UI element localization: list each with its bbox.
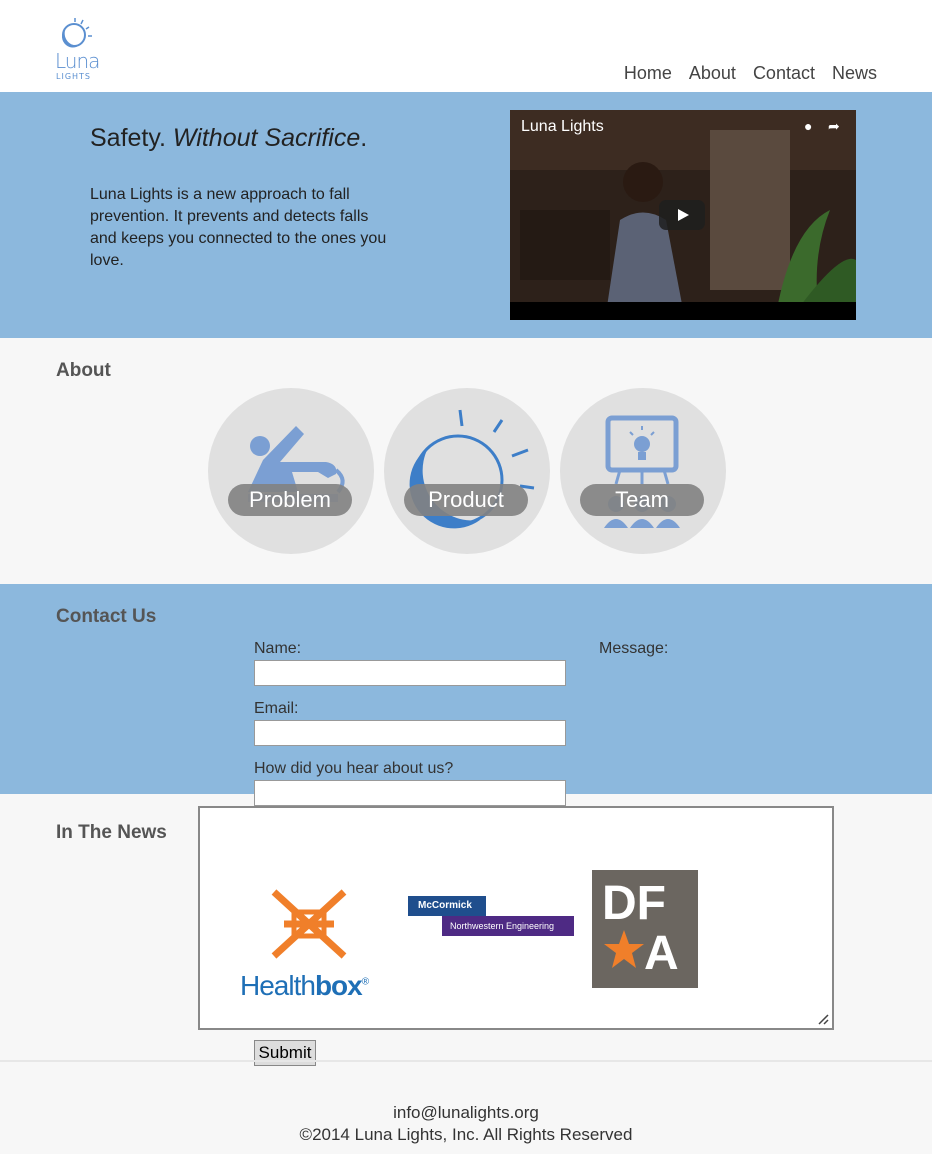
person-falling-icon <box>248 426 345 502</box>
footer-copyright: ©2014 Luna Lights, Inc. All Rights Reser… <box>299 1125 633 1144</box>
problem-label: Problem <box>228 484 352 516</box>
email-field[interactable] <box>254 720 566 746</box>
moon-product-icon <box>409 409 535 529</box>
name-label: Name: <box>254 640 302 657</box>
clock-icon[interactable]: ● <box>804 118 812 134</box>
email-label: Email: <box>254 700 299 717</box>
name-field[interactable] <box>254 660 566 686</box>
footer-email[interactable]: info@lunalights.org <box>0 1103 932 1123</box>
hero-title-plain: Safety. <box>90 124 173 152</box>
contact-title: Contact Us <box>56 606 157 627</box>
team-label: Team <box>580 484 704 516</box>
moon-logo-icon <box>61 18 92 48</box>
share-icon[interactable]: ➦ <box>828 118 840 135</box>
logo-sub: LIGHTS <box>56 72 91 81</box>
nav-news[interactable]: News <box>832 63 877 84</box>
dfa-text-b: A <box>644 927 679 980</box>
product-label: Product <box>404 484 528 516</box>
message-label: Message: <box>599 640 669 657</box>
about-card-product[interactable]: Product <box>384 388 550 554</box>
healthbox-text-a: Health <box>240 970 316 1001</box>
video-title[interactable]: Luna Lights <box>521 118 604 136</box>
hero-section: Safety. Without Sacrifice. Luna Lights i… <box>0 92 932 338</box>
news-title: In The News <box>56 822 167 843</box>
nav-contact[interactable]: Contact <box>753 63 815 84</box>
hero-title: Safety. Without Sacrifice. <box>90 124 367 153</box>
nav-about[interactable]: About <box>689 63 736 84</box>
nav-home[interactable]: Home <box>624 63 672 84</box>
video-letterbox <box>510 302 856 320</box>
healthbox-logo: Healthbox® <box>240 970 369 1002</box>
resize-handle-icon[interactable] <box>817 1013 829 1025</box>
northwestern-logo: Northwestern Engineering <box>442 916 574 936</box>
hero-title-italic: Without Sacrifice <box>172 124 361 152</box>
hero-title-end: . <box>360 124 368 152</box>
logo-word: Luna <box>55 49 100 73</box>
star-icon <box>604 930 644 968</box>
healthbox-text-b: box <box>314 970 363 1001</box>
dfa-logo: DF A <box>592 870 698 988</box>
about-card-problem[interactable]: Problem <box>208 388 374 554</box>
hero-text: Luna Lights is a new approach to fall pr… <box>90 186 387 269</box>
main-nav: Home About Contact News <box>624 63 877 84</box>
healthbox-mark: ® <box>361 976 369 988</box>
site-header: Luna LIGHTS Home About Contact News <box>0 0 932 92</box>
footer-divider <box>0 1060 932 1062</box>
about-card-team[interactable]: Team <box>560 388 726 554</box>
play-button[interactable] <box>659 200 705 230</box>
message-textarea[interactable]: Healthbox® McCormick Northwestern Engine… <box>198 806 834 1030</box>
dfa-text-a: DF <box>602 877 666 930</box>
team-icon <box>604 415 680 528</box>
video-player[interactable]: Luna Lights ● ➦ <box>510 110 856 320</box>
hear-field[interactable] <box>254 780 566 806</box>
about-title: About <box>56 360 111 381</box>
mccormick-logo: McCormick <box>408 896 486 916</box>
submit-button[interactable]: Submit <box>254 1040 316 1066</box>
hear-label: How did you hear about us? <box>254 760 454 777</box>
